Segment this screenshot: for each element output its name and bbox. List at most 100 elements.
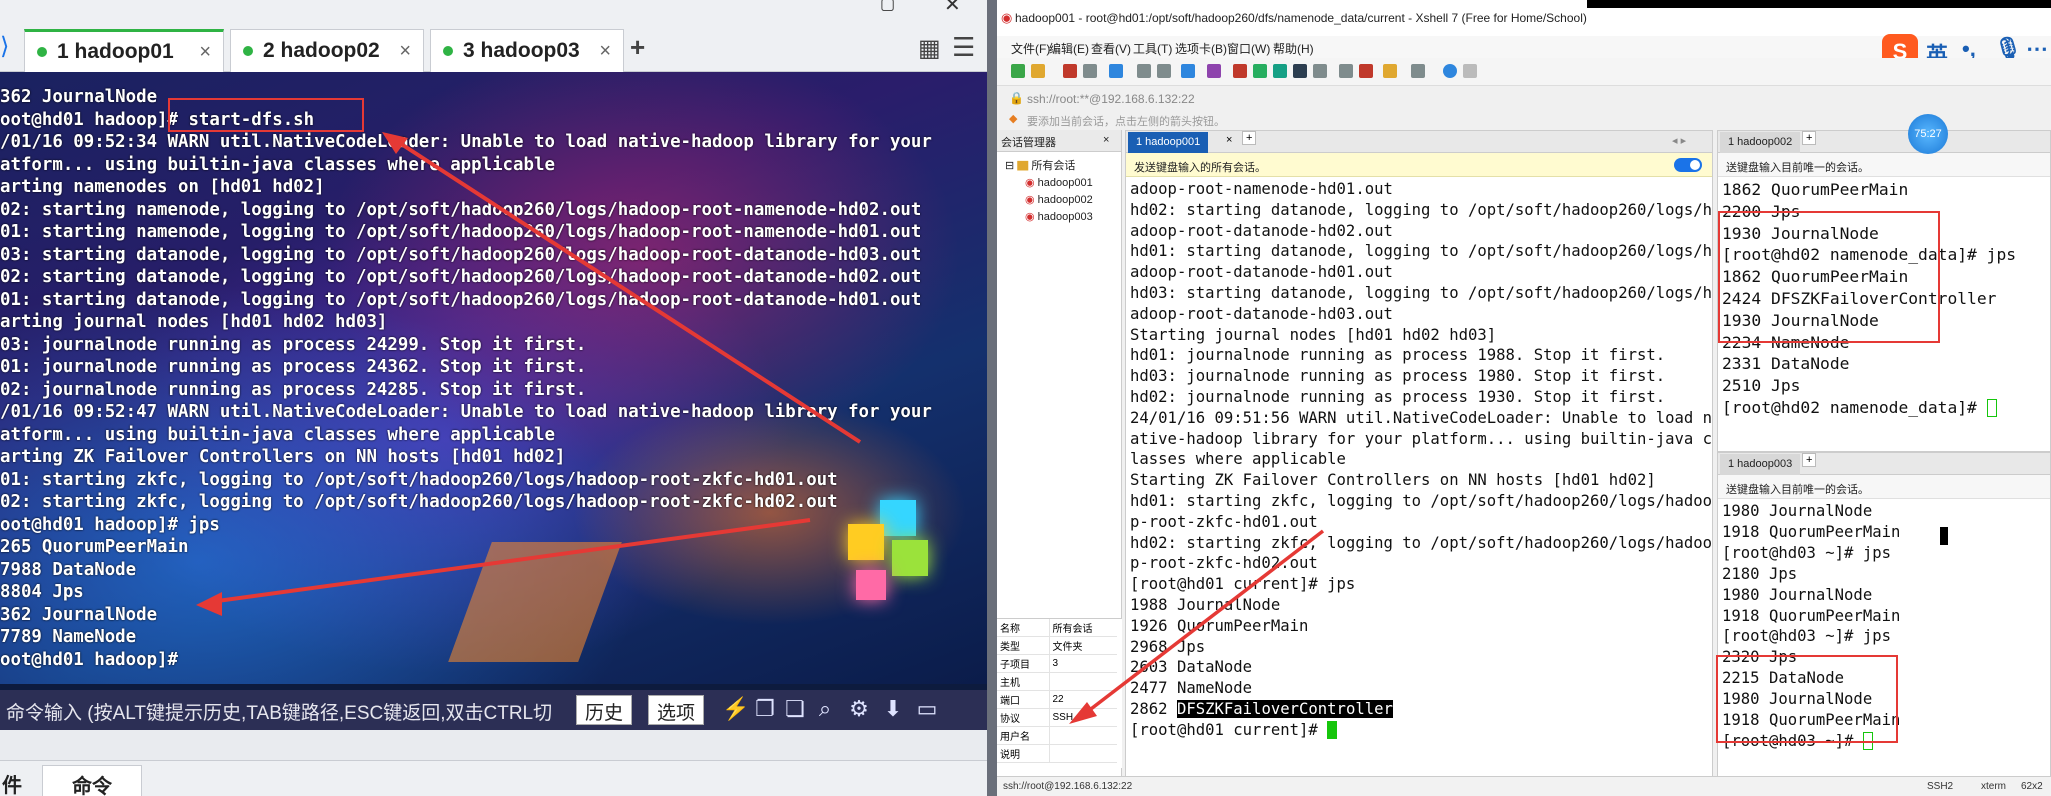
disconnect-icon[interactable]	[1063, 64, 1077, 78]
globe-icon[interactable]	[1181, 64, 1195, 78]
left-terminal[interactable]: 362 JournalNode oot@hd01 hadoop]# start-…	[0, 72, 987, 684]
main-terminal-output[interactable]: adoop-root-namenode-hd01.out hd02: starti…	[1126, 177, 1712, 743]
print-icon[interactable]	[1157, 64, 1171, 78]
add-tab-button[interactable]: +	[1802, 131, 1817, 145]
tab-command[interactable]: 命令	[42, 765, 142, 796]
new-session-icon[interactable]	[1011, 64, 1025, 78]
close-icon[interactable]: ✕	[944, 0, 961, 17]
find-icon[interactable]	[1137, 64, 1151, 78]
property-key: 子项目	[997, 654, 1050, 673]
menu-edit[interactable]: 编辑(E)	[1049, 40, 1089, 57]
download-icon[interactable]: ⬇	[880, 696, 906, 724]
keyboard-icon[interactable]	[1339, 64, 1353, 78]
property-key: 主机	[997, 672, 1050, 691]
paste-icon[interactable]: ❏	[782, 696, 808, 724]
terminal-line: hd03: starting datanode, logging to /opt…	[1130, 283, 1713, 302]
chat-icon[interactable]	[1463, 64, 1477, 78]
status-bar: ssh://root@192.168.6.132:22 SSH2 xterm 6…	[997, 776, 2051, 796]
property-row: 协议 SSH	[997, 708, 1117, 727]
menu-view[interactable]: 查看(V)	[1091, 40, 1131, 57]
tab-hadoop02[interactable]: 2 hadoop02 ×	[230, 29, 424, 72]
left-terminal-app: ▢ ✕ ⟩ 1 hadoop01 × 2 hadoop02 × 3 hadoop…	[0, 0, 987, 796]
tree-item[interactable]: ◉ hadoop002	[1005, 192, 1121, 209]
lightning-icon[interactable]: ⚡	[722, 696, 749, 724]
property-value: 文件夹	[1049, 636, 1117, 655]
tab-nav-icon[interactable]: ◂ ▸	[1672, 134, 1686, 147]
history-button[interactable]: 历史	[576, 695, 633, 725]
xftp-icon[interactable]	[1233, 64, 1247, 78]
menu-file[interactable]: 文件(F)	[1011, 40, 1050, 57]
terminal-line: hd01: journalnode running as process 198…	[1130, 346, 1666, 365]
fullscreen-icon[interactable]	[1273, 64, 1287, 78]
tab-num: 1	[57, 40, 69, 63]
status-dot-icon	[443, 46, 453, 56]
terminal-line: 24/01/16 09:51:56 WARN util.NativeCodeLo…	[1130, 408, 1713, 427]
property-row: 类型 文件夹	[997, 636, 1117, 655]
xshell-logo-icon: ◉	[1001, 10, 1013, 25]
tab-hadoop01[interactable]: 1 hadoop01 ×	[24, 29, 224, 72]
tab-label: 1 hadoop002	[1728, 136, 1793, 148]
splitter[interactable]	[0, 730, 987, 760]
layout-icon[interactable]	[1383, 64, 1397, 78]
menu-help[interactable]: 帮助(H)	[1273, 40, 1314, 57]
tab-close-icon[interactable]: ×	[199, 41, 211, 64]
tab-hadoop003[interactable]: 1 hadoop003	[1720, 454, 1801, 475]
send-all-bar: 发送键盘输入的所有会话。	[1126, 153, 1712, 177]
arrow-icon[interactable]: ◆	[1009, 112, 1017, 125]
terminal-line: 2968 Jps	[1130, 637, 1206, 656]
gear-icon[interactable]: ⚙	[846, 696, 872, 724]
properties-icon[interactable]	[1083, 64, 1097, 78]
open-folder-icon[interactable]	[1031, 64, 1045, 78]
tunnel-icon[interactable]	[1253, 64, 1267, 78]
minimize-icon[interactable]: ▢	[880, 0, 895, 14]
tree-item[interactable]: ◉ hadoop001	[1005, 175, 1121, 192]
window-title: hadoop001 - root@hd01:/opt/soft/hadoop26…	[1015, 11, 1587, 25]
menu-window[interactable]: 窗口(W)	[1227, 40, 1270, 57]
hadoop002-pane: 1 hadoop002 + 送键盘输入目前唯一的会话。 1862 QuorumP…	[1717, 130, 2051, 452]
grid-view-icon[interactable]: ▦	[918, 34, 941, 63]
property-value: SSH	[1049, 708, 1117, 727]
floating-clock[interactable]: 75:27	[1908, 114, 1948, 154]
terminal-line: 1926 QuorumPeerMain	[1130, 616, 1309, 635]
tree-root[interactable]: ⊟ ▇ 所有会话	[1005, 158, 1121, 175]
status-address: ssh://root@192.168.6.132:22	[1003, 781, 1133, 792]
tree-item[interactable]: ◉ hadoop003	[1005, 209, 1121, 226]
help-icon[interactable]	[1443, 64, 1457, 78]
tab-scroll-icon[interactable]: ⟩	[0, 32, 9, 61]
tab-files[interactable]: 件	[2, 765, 22, 796]
close-icon[interactable]: ×	[1103, 134, 1109, 146]
tab-hadoop002[interactable]: 1 hadoop002	[1720, 132, 1801, 153]
menu-tools[interactable]: 工具(T)	[1133, 40, 1172, 57]
bottom-tab-bar: 件 命令	[0, 760, 987, 796]
font-icon[interactable]	[1207, 64, 1221, 78]
tab-label: 1 hadoop001	[1136, 136, 1201, 148]
left-window-bar: ▢ ✕	[0, 0, 987, 22]
search-icon[interactable]: ⌕	[812, 696, 838, 724]
tab-label: hadoop02	[280, 39, 380, 62]
menu-icon[interactable]: ☰	[952, 32, 975, 63]
selected-text[interactable]: DFSZKFailoverController	[1176, 699, 1393, 718]
tab-hadoop03[interactable]: 3 hadoop03 ×	[430, 29, 624, 72]
window-icon[interactable]: ▭	[914, 696, 940, 724]
tab-close-icon[interactable]: ×	[599, 40, 611, 63]
terminal-line: [root@hd01 current]# jps	[1130, 575, 1356, 594]
tab-close-icon[interactable]: ×	[399, 40, 411, 63]
command-input[interactable]: 命令输入 (按ALT键提示历史,TAB键路径,ESC键返回,双击CTRL切	[6, 698, 552, 725]
add-tab-button[interactable]: +	[1242, 131, 1257, 145]
add-tab-button[interactable]: +	[630, 32, 645, 63]
compose-icon[interactable]	[1293, 64, 1307, 78]
tab-hadoop001[interactable]: 1 hadoop001	[1128, 132, 1209, 153]
address-input[interactable]: ssh://root:**@192.168.6.132:22	[1027, 92, 1195, 106]
options-button[interactable]: 选项	[648, 695, 705, 725]
send-all-toggle[interactable]	[1674, 158, 1702, 172]
close-icon[interactable]: ×	[1226, 134, 1232, 146]
menu-tabs[interactable]: 选项卡(B)	[1175, 40, 1227, 57]
add-tab-button[interactable]: +	[1802, 453, 1817, 467]
property-row: 子项目 3	[997, 654, 1117, 673]
split-icon[interactable]	[1411, 64, 1425, 78]
lock-icon[interactable]	[1313, 64, 1327, 78]
window-divider	[987, 0, 997, 796]
copy-icon[interactable]: ❐	[752, 696, 778, 724]
transfer-icon[interactable]	[1109, 64, 1123, 78]
script-icon[interactable]	[1359, 64, 1373, 78]
